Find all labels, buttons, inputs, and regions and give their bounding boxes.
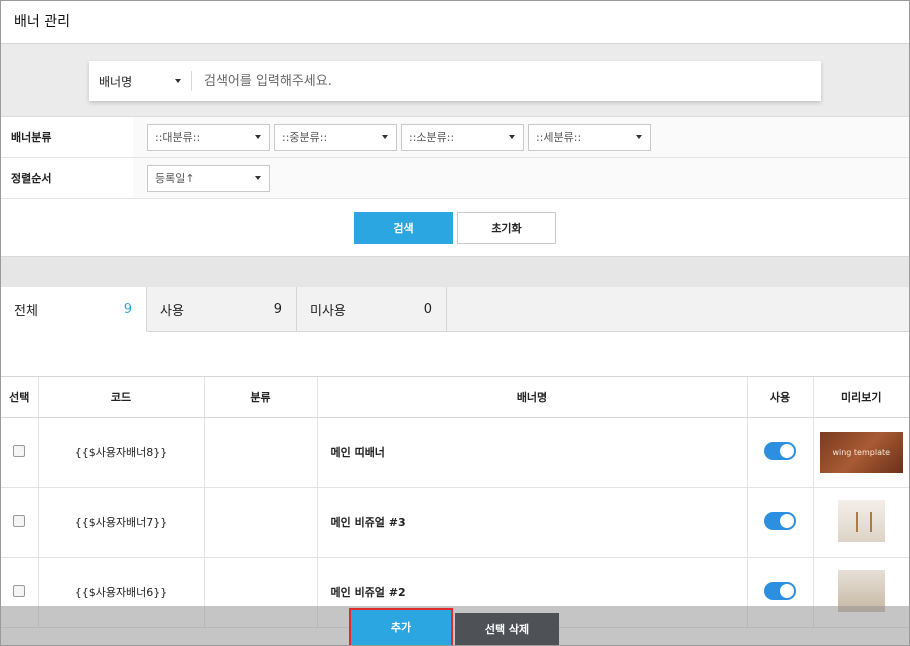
- dropdown-value: ::세분류::: [536, 131, 582, 144]
- column-header-enabled: 사용: [747, 377, 814, 418]
- preview-thumbnail-text: wing template: [832, 447, 891, 457]
- tabs-filler: [447, 287, 909, 331]
- category-detail-dropdown[interactable]: ::세분류::: [528, 123, 651, 151]
- enabled-toggle[interactable]: [764, 441, 796, 460]
- row-checkbox[interactable]: [13, 584, 26, 597]
- toggle-knob: [780, 443, 794, 458]
- section-divider: [1, 257, 909, 287]
- enabled-toggle[interactable]: [764, 581, 796, 600]
- search-button-row: 검색 초기화: [1, 199, 909, 257]
- tab-enabled[interactable]: 사용 9: [147, 287, 297, 331]
- chevron-down-icon: [636, 135, 642, 139]
- sort-dropdowns: 등록일↑: [133, 158, 909, 198]
- status-tabs: 전체 9 사용 9 미사용 0: [1, 287, 909, 332]
- add-button[interactable]: 추가: [349, 607, 453, 645]
- dropdown-value: ::중분류::: [282, 131, 328, 144]
- chevron-down-icon: [509, 135, 515, 139]
- category-large-dropdown[interactable]: ::대분류::: [147, 123, 270, 151]
- column-header-name: 배너명: [317, 377, 748, 418]
- search-field-select[interactable]: 배너명: [89, 71, 192, 91]
- column-header-code: 코드: [38, 377, 205, 418]
- banner-preview-thumbnail[interactable]: [837, 499, 885, 542]
- dropdown-value: ::소분류::: [409, 131, 455, 144]
- column-header-category: 분류: [204, 377, 318, 418]
- search-area: 배너명: [1, 44, 909, 117]
- bottom-action-bar: 추가 선택 삭제: [1, 606, 909, 645]
- tab-label: 미사용: [310, 303, 346, 319]
- table-row: {{$사용자배너8}} 메인 띠배너 wing template: [1, 417, 909, 488]
- toggle-knob: [780, 583, 794, 598]
- toggle-knob: [780, 513, 794, 528]
- search-field-select-label: 배너명: [99, 74, 133, 89]
- column-header-preview: 미리보기: [813, 377, 909, 418]
- reset-button[interactable]: 초기화: [457, 211, 556, 244]
- tab-count: 0: [423, 301, 432, 317]
- tab-label: 전체: [14, 303, 38, 319]
- tab-count: 9: [273, 301, 282, 317]
- sort-filter-label: 정렬순서: [1, 158, 133, 198]
- banner-preview-thumbnail[interactable]: wing template: [819, 431, 903, 473]
- banner-name: 메인 비쥬얼 #3: [317, 487, 748, 558]
- dropdown-value: ::대분류::: [155, 131, 201, 144]
- banner-code: {{$사용자배너7}}: [38, 487, 205, 558]
- category-dropdowns: ::대분류:: ::중분류:: ::소분류:: ::세분류::: [133, 117, 909, 157]
- chevron-down-icon: [255, 135, 261, 139]
- category-filter-label: 배너분류: [1, 117, 133, 157]
- banner-management-panel: 배너 관리 배너명 배너분류 ::대분류:: ::중분류:: ::소분류::: [0, 0, 910, 646]
- search-input[interactable]: [192, 63, 821, 99]
- page-title: 배너 관리: [1, 1, 909, 44]
- table-spacer: [1, 332, 909, 377]
- banner-table: 선택 코드 분류 배너명 사용 미리보기 {{$사용자배너8}} 메인 띠배너 …: [1, 377, 909, 628]
- chevron-down-icon: [175, 79, 181, 83]
- category-small-dropdown[interactable]: ::소분류::: [401, 123, 524, 151]
- category-medium-dropdown[interactable]: ::중분류::: [274, 123, 397, 151]
- table-header-row: 선택 코드 분류 배너명 사용 미리보기: [1, 377, 909, 418]
- search-box: 배너명: [89, 61, 821, 101]
- chevron-down-icon: [382, 135, 388, 139]
- chevron-down-icon: [255, 176, 261, 180]
- sort-order-dropdown[interactable]: 등록일↑: [147, 164, 270, 192]
- row-checkbox[interactable]: [13, 444, 26, 457]
- category-filter-row: 배너분류 ::대분류:: ::중분류:: ::소분류:: ::세분류::: [1, 117, 909, 158]
- sort-filter-row: 정렬순서 등록일↑: [1, 158, 909, 199]
- search-button[interactable]: 검색: [354, 211, 453, 244]
- tab-count: 9: [123, 301, 132, 317]
- tab-disabled[interactable]: 미사용 0: [297, 287, 447, 331]
- banner-category: [204, 487, 318, 558]
- table-row: {{$사용자배너7}} 메인 비쥬얼 #3: [1, 487, 909, 558]
- banner-code: {{$사용자배너8}}: [38, 417, 205, 488]
- banner-category: [204, 417, 318, 488]
- dropdown-value: 등록일↑: [155, 172, 195, 185]
- column-header-select: 선택: [1, 377, 39, 418]
- tab-all[interactable]: 전체 9: [1, 287, 147, 332]
- tab-label: 사용: [160, 303, 184, 319]
- row-checkbox[interactable]: [13, 514, 26, 527]
- banner-name: 메인 띠배너: [317, 417, 748, 488]
- enabled-toggle[interactable]: [764, 511, 796, 530]
- delete-selected-button[interactable]: 선택 삭제: [455, 612, 559, 645]
